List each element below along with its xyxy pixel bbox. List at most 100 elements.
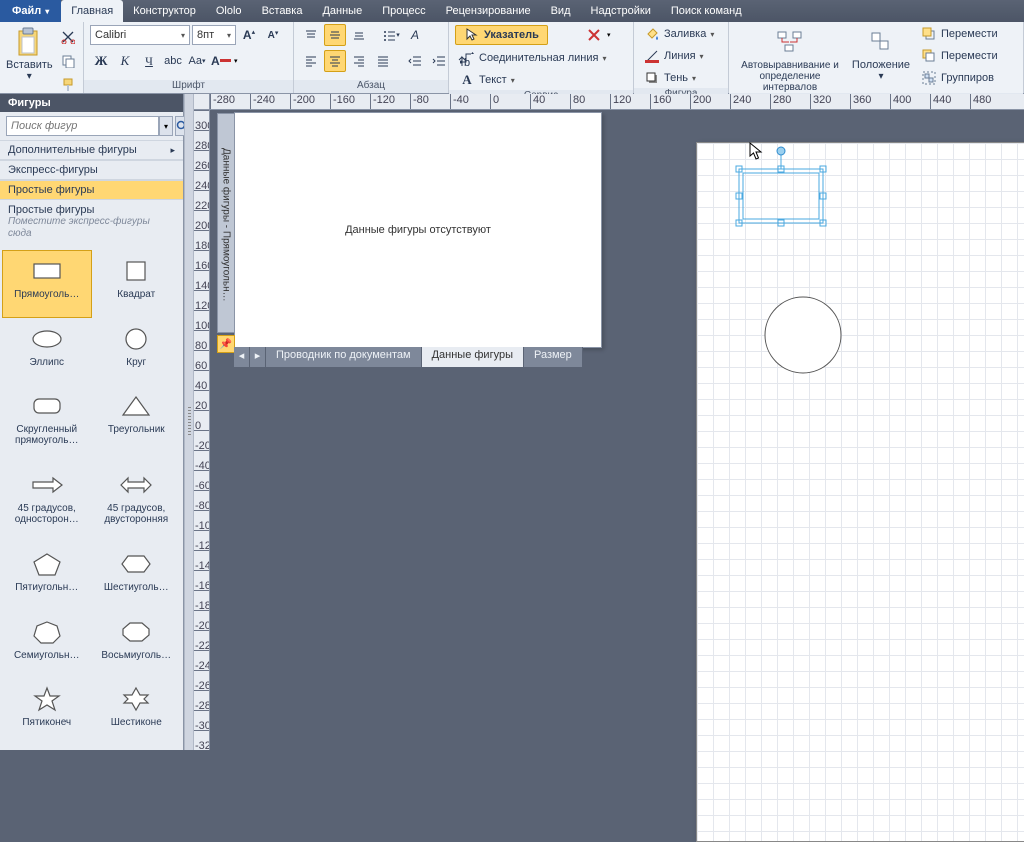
shape-stencil-triangle[interactable]: Треугольник bbox=[92, 385, 182, 464]
inc-indent-button[interactable] bbox=[428, 50, 450, 72]
drawing-page[interactable] bbox=[696, 142, 1024, 842]
connector-icon bbox=[459, 50, 475, 66]
send-backward-button[interactable]: Перемести bbox=[917, 46, 1002, 66]
font-family-combo[interactable]: Calibri▾ bbox=[90, 25, 190, 45]
text-direction-button[interactable]: A bbox=[404, 24, 426, 46]
bullets-button[interactable]: ▾ bbox=[380, 24, 402, 46]
shape-label: Круг bbox=[96, 357, 176, 368]
pin-button[interactable]: 📌 bbox=[217, 335, 235, 353]
shape-circle[interactable] bbox=[765, 297, 841, 373]
rotate-handle[interactable] bbox=[777, 147, 785, 155]
canvas-area[interactable]: -280-240-200-160-120-80-4004080120160200… bbox=[194, 94, 1024, 750]
shape-data-vtab[interactable]: Данные фигуры - Прямоугольн… bbox=[217, 113, 235, 333]
grow-font-button[interactable]: A▴ bbox=[238, 24, 260, 46]
position-button[interactable]: Положение ▾ bbox=[849, 24, 913, 82]
group-button[interactable]: Группиров bbox=[917, 68, 1002, 88]
shape-stencil-circle[interactable]: Круг bbox=[92, 318, 182, 386]
shape-stencil-square[interactable]: Квадрат bbox=[92, 250, 182, 318]
font-size-combo[interactable]: 8пт▾ bbox=[192, 25, 236, 45]
shape-data-window[interactable]: Данные фигуры - Прямоугольн… 📌 Данные фи… bbox=[234, 112, 602, 348]
align-right-button[interactable] bbox=[348, 50, 370, 72]
tab-процесс[interactable]: Процесс bbox=[372, 0, 435, 22]
ribbon: Вставить ▾ Буфер обмена Calibri▾ 8пт▾ A▴… bbox=[0, 22, 1024, 94]
shape-rect-selected[interactable] bbox=[736, 147, 826, 226]
shape-stencil-pentagon[interactable]: Пятиугольн… bbox=[2, 543, 92, 611]
format-painter-button[interactable] bbox=[57, 74, 79, 96]
shrink-font-button[interactable]: A▾ bbox=[262, 24, 284, 46]
tab-рецензирование[interactable]: Рецензирование bbox=[436, 0, 541, 22]
autoalign-button[interactable]: Автовыравнивание и определение интервало… bbox=[735, 24, 845, 93]
anchored-tab[interactable]: Данные фигуры bbox=[422, 347, 524, 367]
pointer-tool-button[interactable]: Указатель bbox=[455, 25, 548, 45]
align-center-button[interactable] bbox=[324, 50, 346, 72]
align-top-button[interactable] bbox=[300, 24, 322, 46]
cat-more-shapes[interactable]: Дополнительные фигуры▸ bbox=[0, 140, 183, 160]
shape-stencil-roundrect[interactable]: Скругленный прямоуголь… bbox=[2, 385, 92, 464]
panel-resize-grip[interactable] bbox=[184, 94, 194, 750]
connector-tool-button[interactable]: Соединительная линия▾ bbox=[455, 48, 611, 68]
align-middle-button[interactable] bbox=[324, 24, 346, 46]
shape-label: Треугольник bbox=[96, 424, 176, 435]
group-icon bbox=[921, 70, 937, 86]
underline-button[interactable]: Ч bbox=[138, 50, 160, 72]
copy-button[interactable] bbox=[57, 50, 79, 72]
shape-stencil-rect[interactable]: Прямоуголь… bbox=[2, 250, 92, 318]
cat-quick-shapes[interactable]: Экспресс-фигуры bbox=[0, 160, 183, 180]
v-ruler: 3203002802602402202001801601401201008060… bbox=[194, 110, 210, 750]
bring-forward-button[interactable]: Перемести bbox=[917, 24, 1002, 44]
cat-basic-shapes[interactable]: Простые фигуры bbox=[0, 180, 183, 200]
shape-data-empty: Данные фигуры отсутствуют bbox=[235, 224, 601, 236]
tab-поиск команд[interactable]: Поиск команд bbox=[661, 0, 752, 22]
shape-stencil-arrow2[interactable]: 45 градусов, двусторонняя bbox=[92, 464, 182, 543]
font-color-button[interactable]: A bbox=[210, 50, 232, 72]
shape-search-input[interactable] bbox=[6, 116, 159, 136]
tab-данные[interactable]: Данные bbox=[312, 0, 372, 22]
tab-file[interactable]: Файл bbox=[0, 0, 61, 22]
align-justify-button[interactable] bbox=[372, 50, 394, 72]
position-icon bbox=[865, 26, 897, 58]
shadow-button[interactable]: Тень▾ bbox=[640, 68, 718, 88]
strike-button[interactable]: abc bbox=[162, 50, 184, 72]
shape-stencil-star6[interactable]: Шестиконе bbox=[92, 678, 182, 746]
clipboard-icon bbox=[13, 26, 45, 58]
shape-stencil-arrow1[interactable]: 45 градусов, односторон… bbox=[2, 464, 92, 543]
autoalign-icon bbox=[774, 26, 806, 58]
shape-stencil-octagon[interactable]: Восьмиуголь… bbox=[92, 611, 182, 679]
tab-вид[interactable]: Вид bbox=[541, 0, 581, 22]
shape-stencil-star5[interactable]: Пятиконеч bbox=[2, 678, 92, 746]
shape-stencil-hexagon[interactable]: Шестиуголь… bbox=[92, 543, 182, 611]
shape-stencil-heptagon[interactable]: Семиугольн… bbox=[2, 611, 92, 679]
text-icon: A bbox=[459, 72, 475, 88]
anchored-tab[interactable]: Проводник по документам bbox=[266, 347, 422, 367]
shape-label: 45 градусов, двусторонняя bbox=[96, 503, 176, 525]
tab-надстройки[interactable]: Надстройки bbox=[581, 0, 661, 22]
align-bottom-button[interactable] bbox=[348, 24, 370, 46]
search-drop-button[interactable]: ▾ bbox=[159, 116, 173, 136]
dec-indent-button[interactable] bbox=[404, 50, 426, 72]
anchored-tab[interactable]: Размер bbox=[524, 347, 583, 367]
italic-button[interactable]: К bbox=[114, 50, 136, 72]
tab-главная[interactable]: Главная bbox=[61, 0, 123, 22]
shape-label: Шестиуголь… bbox=[96, 582, 176, 593]
shape-label: 45 градусов, односторон… bbox=[7, 503, 87, 525]
shape-label: Квадрат bbox=[96, 289, 176, 300]
tab-nav[interactable]: ▸ bbox=[250, 347, 266, 367]
tab-конструктор[interactable]: Конструктор bbox=[123, 0, 206, 22]
pointer-icon bbox=[464, 27, 480, 43]
shape-label: Прямоуголь… bbox=[7, 289, 87, 300]
bold-button[interactable]: Ж bbox=[90, 50, 112, 72]
cut-button[interactable] bbox=[57, 26, 79, 48]
group-title-font: Шрифт bbox=[84, 80, 293, 93]
tab-вставка[interactable]: Вставка bbox=[252, 0, 313, 22]
align-left-button[interactable] bbox=[300, 50, 322, 72]
tab-nav[interactable]: ◂ bbox=[234, 347, 250, 367]
shape-label: Пятиконеч bbox=[7, 717, 87, 728]
tab-ololo[interactable]: Ololo bbox=[206, 0, 252, 22]
delete-x-button[interactable] bbox=[583, 24, 605, 46]
line-button[interactable]: Линия▾ bbox=[640, 46, 718, 66]
shape-stencil-ellipse[interactable]: Эллипс bbox=[2, 318, 92, 386]
paste-button[interactable]: Вставить ▾ bbox=[6, 24, 53, 82]
text-tool-button[interactable]: A Текст▾ bbox=[455, 70, 611, 90]
fill-button[interactable]: Заливка▾ bbox=[640, 24, 718, 44]
case-button[interactable]: Aa▾ bbox=[186, 50, 208, 72]
